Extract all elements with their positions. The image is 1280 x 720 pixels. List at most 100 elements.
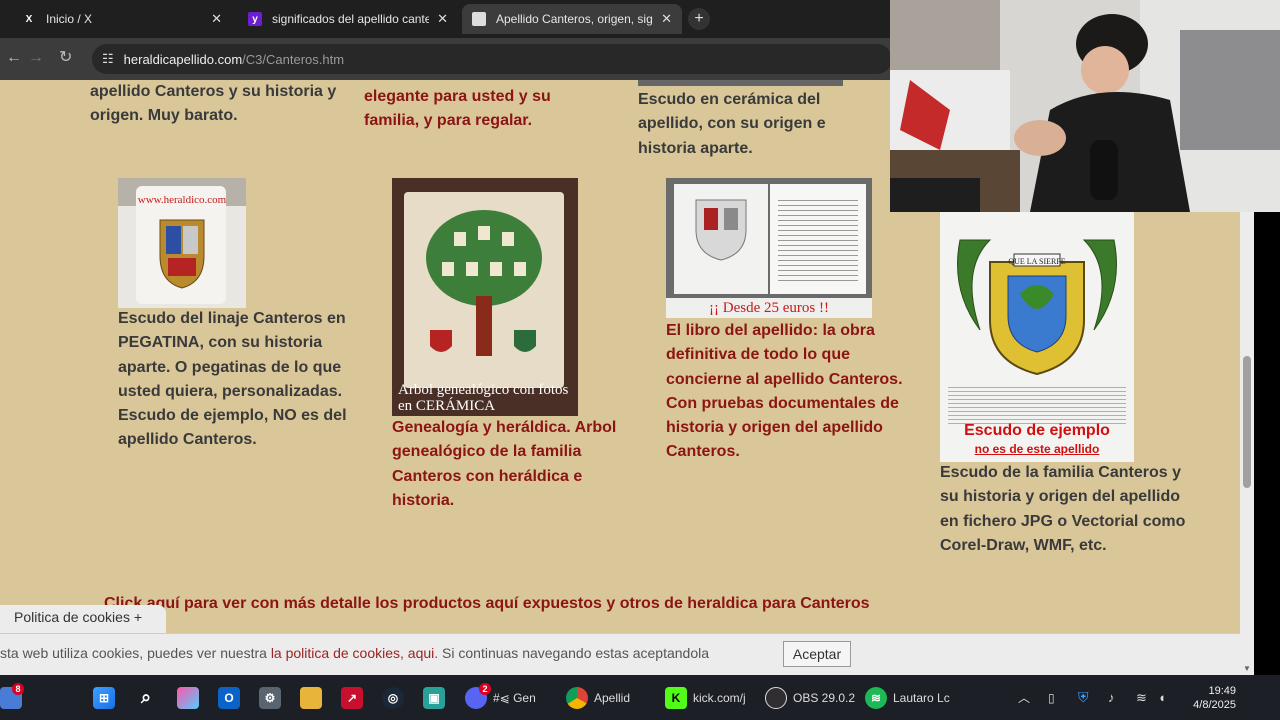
chrome-label: Apellid [594,690,631,705]
cookie-policy-link[interactable]: la politica de cookies, aqui [271,645,434,661]
tab-title: significados del apellido canteros [272,12,430,26]
windows-logo-icon: ⊞ [93,686,115,709]
weather-icon: 8 [0,682,24,709]
scrollbar-thumb[interactable] [1243,356,1251,488]
accept-cookies-button[interactable]: Aceptar [783,641,851,667]
cookie-text: sta web utiliza cookies, puedes ver nues… [0,645,709,661]
webcam-overlay [890,0,1280,212]
app-icon: ▣ [423,686,445,709]
back-arrow-icon[interactable]: ← [6,50,22,66]
start-button[interactable]: ⊞ [93,675,115,720]
coat-of-arms-icon [159,219,205,289]
shield-motto: QUE LA SIERPE [1008,257,1065,266]
tree-icon [426,210,542,356]
close-tab-icon[interactable]: ✕ [661,11,672,27]
gear-icon: ⚙ [259,686,281,709]
close-tab-icon[interactable]: ✕ [211,11,222,27]
volume-icon[interactable]: ◖ [1158,675,1166,720]
copilot-icon [177,686,199,709]
family-tree-image[interactable]: Arbol genealógico con fotos en CERÁMICA [392,178,578,416]
tab-significados[interactable]: y significados del apellido canteros ✕ [238,4,458,34]
close-tab-icon[interactable]: ✕ [437,11,448,27]
kick-button[interactable]: K kick.com/j [665,675,746,720]
example-subcaption: no es de este apellido [974,442,1100,456]
tab-title: Apellido Canteros, origen, significado [496,12,653,26]
windows-taskbar: 8 ⊞ ⌕ O ⚙ ↗ ◎ ▣ 2 #⩿ Gen Apellid K kick.… [0,675,1280,720]
new-tab-button[interactable]: + [688,8,710,30]
spotify-label: Lautaro Lc [893,690,950,705]
webcam-image [890,0,1280,212]
product-image-strip [638,80,843,86]
copilot-button[interactable] [177,675,199,720]
example-caption: Escudo de ejemplo [964,422,1110,439]
surname-book-image[interactable]: ¡¡ Desde 25 euros !! [666,178,872,318]
notification-badge: 8 [12,682,24,695]
mug-caption: www.heraldico.com [137,194,227,206]
wifi-icon[interactable]: ≋ [1136,675,1147,720]
system-clock[interactable]: 19:49 4/8/2025 [1193,684,1236,712]
scroll-down-icon[interactable]: ▼ [1243,664,1251,673]
file-explorer-button[interactable] [300,675,322,720]
obs-button[interactable]: OBS 29.0.2 [765,675,855,720]
chrome-button[interactable]: Apellid [566,675,630,720]
sticker-mug-image[interactable]: www.heraldico.com [118,178,246,308]
spotify-button[interactable]: ≋ Lautaro Lc [865,675,950,720]
yahoo-icon: y [248,12,262,26]
settings-button[interactable]: ⚙ [259,675,281,720]
spotify-icon: ≋ [865,686,887,709]
outlook-icon: O [218,686,240,709]
obs-icon [765,686,787,709]
product-text-4: Escudo de la familia Canteros y su histo… [940,464,1186,554]
search-icon: ⌕ [140,687,152,707]
battery-icon[interactable]: ▯ [1048,675,1055,720]
page-icon [472,12,486,26]
jpg-coat-of-arms-image[interactable]: QUE LA SIERPE Escudo de ejemplo no es de… [940,210,1134,462]
microphone-icon[interactable]: ♪ [1108,675,1115,720]
discord-button[interactable]: 2 #⩿ Gen [465,675,536,720]
app-button[interactable]: ▣ [423,675,445,720]
url-host: heraldicapellido.com [123,51,243,67]
book-shield-icon [695,199,747,261]
x-logo-icon: X [25,13,33,25]
outlook-button[interactable]: O [218,675,240,720]
cookie-text-start: sta web utiliza cookies, puedes ver nues… [0,645,271,661]
amd-software-button[interactable]: ↗ [341,675,363,720]
notification-badge: 2 [479,682,491,695]
product-text-top-1: apellido Canteros y su historia y origen… [90,83,337,125]
url-path: /C3/Canteros.htm [242,51,345,67]
tab-inicio-x[interactable]: X Inicio / X ✕ [12,4,232,34]
shield-icon[interactable]: ⛨ [1078,675,1089,720]
obs-label: OBS 29.0.2 [793,690,856,705]
book-caption: ¡¡ Desde 25 euros !! [666,298,872,318]
product-text-top-2: elegante para usted y su familia, y para… [364,88,551,130]
folder-icon [300,686,322,709]
weather-widget[interactable]: 8 [0,675,24,720]
clock-time: 19:49 [1208,685,1236,697]
clock-date: 4/8/2025 [1193,699,1236,711]
forward-arrow-icon[interactable]: → [28,50,44,66]
address-bar[interactable]: ☷ heraldicapellido.com/C3/Canteros.htm [92,44,892,74]
kick-label: kick.com/j [693,690,746,705]
chrome-icon [566,686,588,709]
amd-icon: ↗ [341,686,363,709]
steam-button[interactable]: ◎ [382,675,404,720]
heraldic-shield-icon: QUE LA SIERPE [957,239,1117,376]
cookie-policy-tab[interactable]: Politica de cookies + [0,605,166,633]
search-button[interactable]: ⌕ [135,675,157,720]
cookie-text-end: . Si continuas navegando estas aceptando… [434,645,710,661]
tab-title: Inicio / X [46,12,93,26]
reload-icon[interactable]: ↻ [59,50,72,66]
product-text-2: Genealogía y heráldica. Arbol genealógic… [392,419,617,509]
tab-apellido-canteros[interactable]: Apellido Canteros, origen, significado ✕ [462,4,682,34]
steam-icon: ◎ [382,686,404,709]
product-text-top-3: Escudo en cerámica del apellido, con su … [638,91,826,157]
more-products-link[interactable]: Click aquí para ver con más detalle los … [104,592,1204,616]
product-text-1: Escudo del linaje Canteros en PEGATINA, … [118,310,347,449]
kick-icon: K [665,686,687,709]
window-edge [1254,212,1280,675]
tray-overflow-icon[interactable]: ︿ [1018,675,1030,720]
site-settings-icon[interactable]: ☷ [102,51,114,67]
discord-icon: 2 [465,682,491,709]
product-text-3: El libro del apellido: la obra definitiv… [666,322,903,461]
cookie-banner: sta web utiliza cookies, puedes ver nues… [0,633,1240,675]
